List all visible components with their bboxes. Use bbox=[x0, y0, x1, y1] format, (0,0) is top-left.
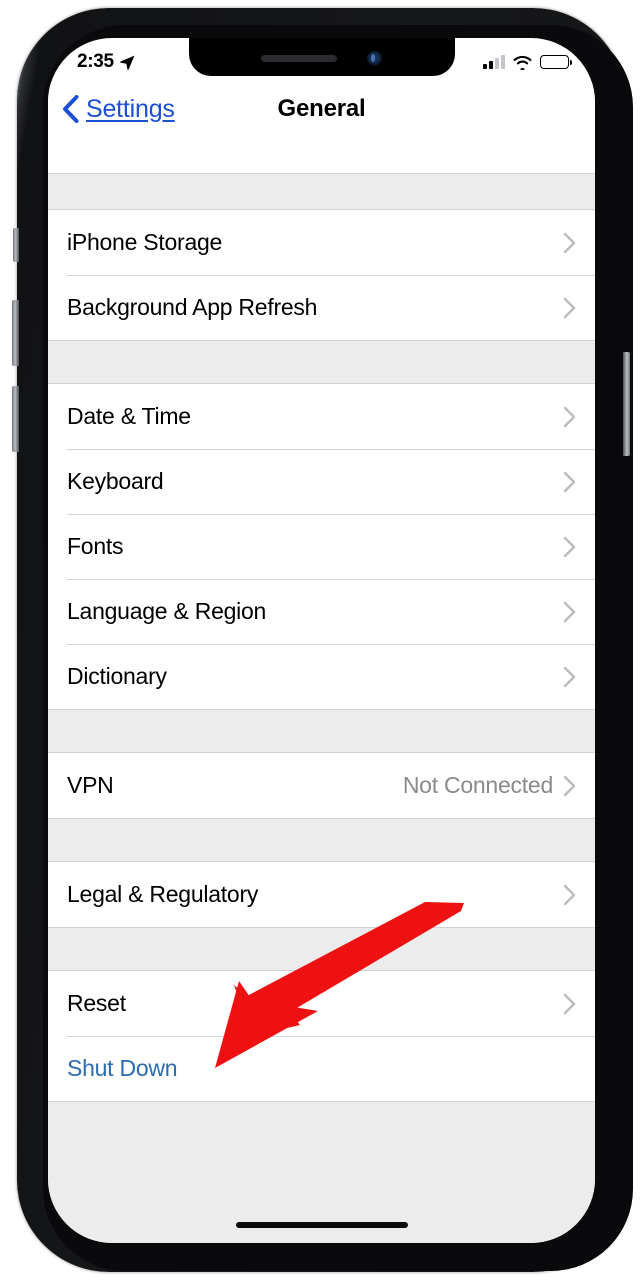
settings-groups: iPhone Storage Background App Refresh Date… bbox=[48, 174, 595, 1150]
status-bar-left: 2:35 bbox=[77, 51, 136, 73]
group-spacer bbox=[48, 1102, 595, 1150]
settings-scroll-view[interactable]: iPhone Storage Background App Refresh Date… bbox=[48, 136, 595, 1243]
chevron-right-icon bbox=[563, 232, 576, 253]
chevron-right-icon bbox=[563, 884, 576, 905]
row-label: Date & Time bbox=[67, 403, 191, 429]
wifi-icon bbox=[513, 55, 532, 70]
silent-switch-button[interactable] bbox=[13, 228, 19, 262]
row-label: Legal & Regulatory bbox=[67, 881, 259, 907]
chevron-right-icon bbox=[563, 471, 576, 492]
row-label: Background App Refresh bbox=[67, 294, 318, 320]
back-button-settings[interactable]: Settings bbox=[62, 95, 175, 124]
chevron-right-icon bbox=[563, 666, 576, 687]
table-row[interactable]: Reset bbox=[48, 971, 595, 1036]
chevron-right-icon bbox=[563, 601, 576, 622]
chevron-right-icon bbox=[563, 775, 576, 796]
group-spacer bbox=[48, 928, 595, 970]
group-spacer bbox=[48, 819, 595, 861]
row-label: Fonts bbox=[67, 533, 124, 559]
chevron-right-icon bbox=[563, 536, 576, 557]
group-spacer bbox=[48, 710, 595, 752]
table-row[interactable]: Dictionary bbox=[48, 644, 595, 709]
vpn-group: VPN Not Connected bbox=[48, 752, 595, 819]
row-label: Language & Region bbox=[67, 598, 267, 624]
chevron-right-icon bbox=[563, 297, 576, 318]
table-row[interactable]: Fonts bbox=[48, 514, 595, 579]
row-label: Shut Down bbox=[67, 1055, 178, 1081]
chevron-left-icon bbox=[63, 95, 79, 123]
table-row[interactable]: Shut Down bbox=[48, 1036, 595, 1101]
battery-icon bbox=[540, 55, 572, 69]
iphone-screen: 2:35 Settings General iPhone Storage Bac… bbox=[48, 38, 595, 1243]
display-notch bbox=[188, 38, 455, 76]
partial-row-above bbox=[48, 136, 595, 174]
chevron-right-icon bbox=[563, 406, 576, 427]
row-label: Keyboard bbox=[67, 468, 164, 494]
table-row[interactable]: iPhone Storage bbox=[48, 210, 595, 275]
status-bar-clock: 2:35 bbox=[77, 51, 114, 72]
row-label: Reset bbox=[67, 990, 126, 1016]
group-spacer bbox=[48, 341, 595, 383]
group-spacer bbox=[48, 174, 595, 209]
status-bar-right bbox=[483, 54, 572, 70]
volume-up-button[interactable] bbox=[12, 300, 19, 366]
volume-down-button[interactable] bbox=[12, 386, 19, 452]
row-label: Dictionary bbox=[67, 663, 167, 689]
table-row[interactable]: Keyboard bbox=[48, 449, 595, 514]
row-label: iPhone Storage bbox=[67, 229, 223, 255]
table-row[interactable]: Background App Refresh bbox=[48, 275, 595, 340]
back-button-label: Settings bbox=[86, 94, 175, 123]
localization-group: Date & Time Keyboard Fonts Language & Regio… bbox=[48, 383, 595, 710]
row-value: Not Connected bbox=[402, 772, 553, 798]
table-row[interactable]: Legal & Regulatory bbox=[48, 862, 595, 927]
cellular-signal-icon bbox=[483, 54, 505, 69]
table-row[interactable]: VPN Not Connected bbox=[48, 753, 595, 818]
row-label: VPN bbox=[67, 772, 114, 798]
table-row[interactable]: Language & Region bbox=[48, 579, 595, 644]
front-camera-icon bbox=[367, 50, 382, 66]
location-arrow-icon bbox=[120, 55, 135, 70]
power-button[interactable] bbox=[623, 352, 630, 456]
home-indicator[interactable] bbox=[235, 1222, 408, 1228]
reset-group: Reset Shut Down bbox=[48, 970, 595, 1102]
storage-group: iPhone Storage Background App Refresh bbox=[48, 209, 595, 341]
table-row[interactable]: Date & Time bbox=[48, 384, 595, 449]
navigation-bar: Settings General bbox=[48, 82, 595, 136]
legal-group: Legal & Regulatory bbox=[48, 861, 595, 928]
chevron-right-icon bbox=[563, 993, 576, 1014]
earpiece-speaker-icon bbox=[261, 54, 337, 62]
